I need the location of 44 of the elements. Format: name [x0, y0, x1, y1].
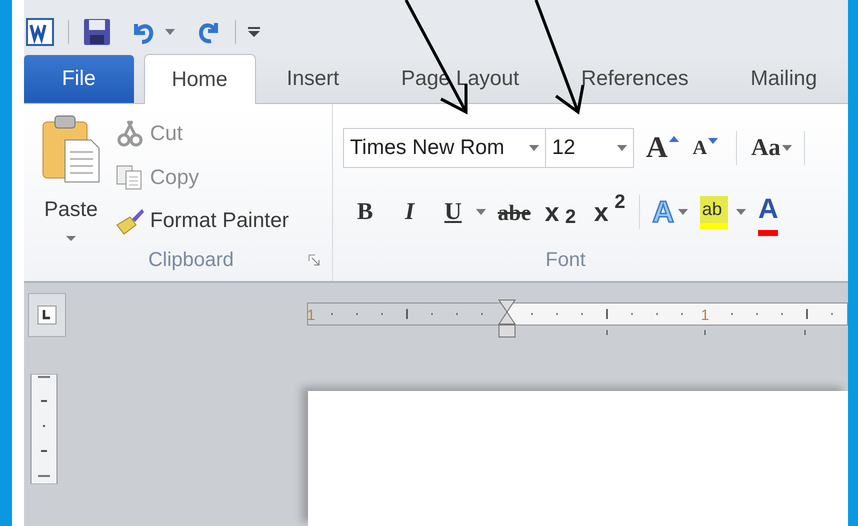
- italic-button[interactable]: I: [405, 194, 414, 230]
- shrink-font-button[interactable]: A: [692, 132, 708, 163]
- change-case-button[interactable]: Aa: [751, 130, 780, 166]
- strikethrough-button[interactable]: abe: [498, 196, 531, 229]
- ribbon-tab[interactable]: Mailing: [719, 55, 848, 103]
- caret-icon[interactable]: [617, 144, 627, 151]
- font-color-button[interactable]: A: [758, 188, 778, 236]
- left-tab-stop-icon: [37, 305, 57, 325]
- caret-icon[interactable]: [782, 144, 792, 151]
- customize-menu-icon[interactable]: [248, 26, 260, 38]
- dialog-launcher-icon[interactable]: [308, 254, 320, 266]
- clipboard-icon: [41, 114, 101, 184]
- tab-selector[interactable]: [28, 293, 66, 337]
- subscript-button[interactable]: x$_{2}$: [544, 192, 576, 232]
- copy-icon: [116, 163, 144, 192]
- ribbon-tab[interactable]: Home: [144, 54, 256, 104]
- grow-font-button[interactable]: A: [646, 125, 668, 170]
- format-painter-button[interactable]: Format Painter: [116, 205, 289, 236]
- paste-button[interactable]: Paste: [38, 114, 104, 245]
- brush-icon: [116, 206, 144, 235]
- font-name-field[interactable]: Times New Rom: [343, 128, 546, 168]
- group-label: Font: [545, 248, 587, 273]
- underline-button[interactable]: U: [444, 194, 462, 230]
- word-logo-icon: [26, 18, 54, 46]
- scissors-icon: [116, 120, 144, 148]
- group-label: Clipboard: [147, 248, 235, 273]
- file-tab[interactable]: File: [24, 55, 134, 103]
- caret-icon[interactable]: [678, 209, 688, 216]
- down-triangle-icon: [708, 138, 718, 144]
- up-triangle-icon: [668, 136, 679, 142]
- save-icon[interactable]: [83, 18, 111, 46]
- superscript-button[interactable]: x$^{2}$: [594, 192, 626, 232]
- ribbon-tab[interactable]: References: [550, 55, 720, 103]
- ruler-number: 1: [307, 307, 316, 324]
- bold-button[interactable]: B: [357, 194, 374, 230]
- caret-icon[interactable]: [165, 29, 175, 35]
- caret-icon[interactable]: [476, 209, 486, 216]
- caret-icon[interactable]: [529, 144, 539, 151]
- caret-icon[interactable]: [736, 209, 746, 216]
- ribbon-tab[interactable]: Insert: [256, 55, 370, 103]
- font-size-field[interactable]: 12: [545, 128, 634, 168]
- indent-marker[interactable]: [498, 300, 516, 338]
- ruler-number: 1: [700, 307, 710, 324]
- highlight-button[interactable]: ab: [700, 196, 728, 229]
